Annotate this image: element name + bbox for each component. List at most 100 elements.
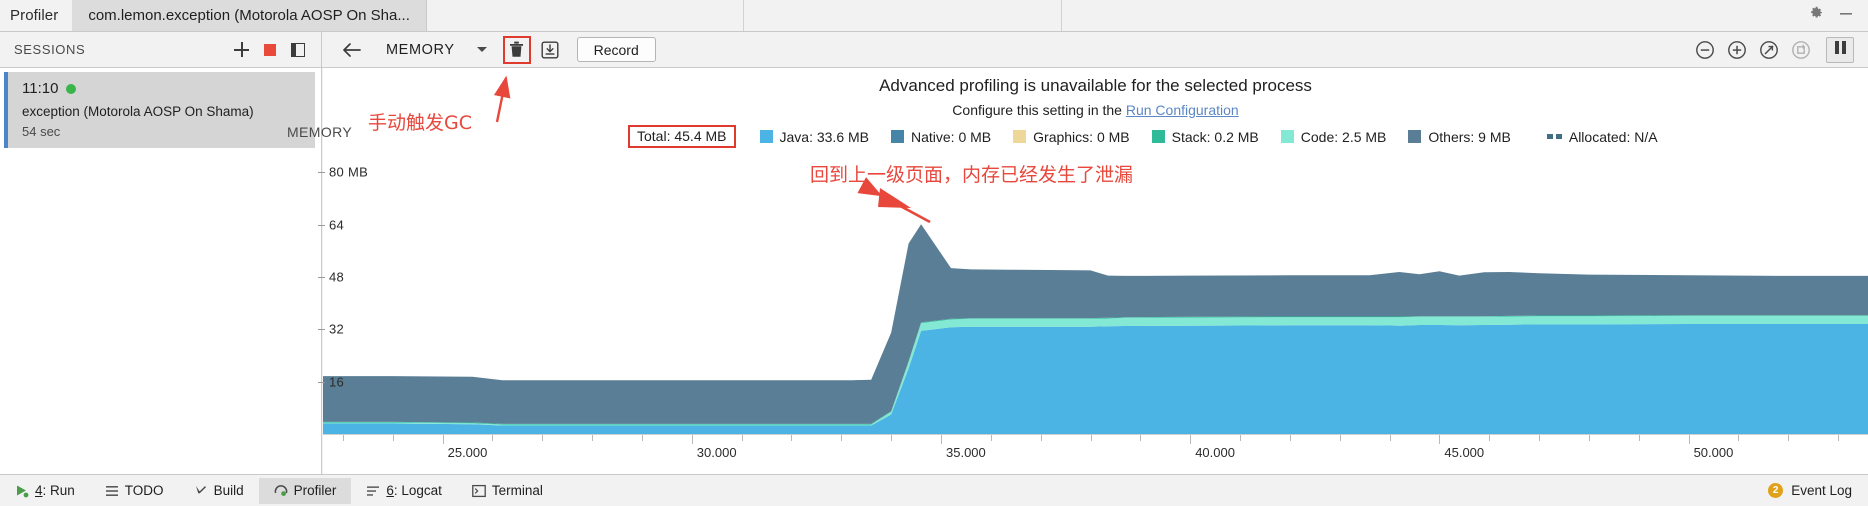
minimize-icon[interactable] xyxy=(1838,5,1854,26)
profiler-window: Profiler com.lemon.exception (Motorola A… xyxy=(0,0,1868,506)
x-tick-mark xyxy=(592,435,594,441)
status-item-logcat-label: 6: Logcat xyxy=(386,483,442,498)
memory-profiler-panel: Advanced profiling is unavailable for th… xyxy=(287,68,1868,474)
status-item-terminal[interactable]: Terminal xyxy=(457,478,558,504)
stop-icon[interactable] xyxy=(264,43,276,56)
status-item-profiler-label: Profiler xyxy=(293,483,337,498)
legend-swatch-allocated-dashed-icon xyxy=(1546,134,1562,139)
memory-chart[interactable]: 80 MB 64 48 32 16 xyxy=(318,146,1868,434)
legend-item-stack[interactable]: Stack: 0.2 MB xyxy=(1151,128,1259,145)
x-tick-mark xyxy=(1688,435,1690,444)
x-tick-mark xyxy=(990,435,992,441)
toggle-panel-icon[interactable] xyxy=(291,42,305,57)
legend-item-others[interactable]: Others: 9 MB xyxy=(1408,128,1511,145)
gc-annotation: 手动触发GC xyxy=(368,112,472,134)
y-tick-label: 32 xyxy=(329,321,345,337)
trash-gc-icon xyxy=(510,41,524,57)
force-gc-button[interactable] xyxy=(502,35,531,64)
pause-icon xyxy=(1833,40,1847,59)
x-tick-mark xyxy=(641,435,643,441)
x-tick-mark xyxy=(1788,435,1790,441)
y-tick-label: 48 xyxy=(329,269,345,285)
legend-item-graphics[interactable]: Graphics: 0 MB xyxy=(1013,128,1130,145)
legend-label-others: Others: 9 MB xyxy=(1428,128,1511,145)
x-tick-label: 35.000 xyxy=(946,445,986,460)
session-duration: 54 sec xyxy=(22,124,61,139)
x-tick-label: 30.000 xyxy=(696,445,737,460)
status-item-logcat[interactable]: 6: Logcat xyxy=(351,478,457,504)
window-title-bar: Profiler com.lemon.exception (Motorola A… xyxy=(0,0,1868,32)
y-tick-label: 64 xyxy=(329,217,345,233)
plus-icon[interactable] xyxy=(234,42,249,57)
todo-icon xyxy=(105,485,118,496)
legend-swatch-others xyxy=(1408,130,1422,143)
legend-item-allocated[interactable]: Allocated: N/A xyxy=(1546,128,1658,145)
x-tick-label: 40.000 xyxy=(1195,445,1235,460)
x-tick-mark xyxy=(1140,435,1142,441)
status-item-run[interactable]: 4: Run xyxy=(0,478,90,504)
x-tick-mark xyxy=(542,435,544,441)
legend-label-allocated: Allocated: N/A xyxy=(1568,128,1658,145)
reset-zoom-icon[interactable] xyxy=(1758,39,1780,61)
x-axis: 25.000 30.000 35.000 40.000 45.000 50.000 xyxy=(323,434,1868,474)
topbar-segment-2 xyxy=(742,0,1061,31)
x-tick-mark xyxy=(841,435,843,441)
status-item-build-label: Build xyxy=(213,483,244,498)
x-tick-label: 25.000 xyxy=(447,445,488,460)
record-button[interactable]: Record xyxy=(576,37,656,62)
x-tick-label: 45.000 xyxy=(1444,445,1485,460)
topbar-spacer xyxy=(427,0,1794,31)
configure-prefix: Configure this setting in the xyxy=(952,102,1126,118)
jump-to-live-icon[interactable] xyxy=(1790,39,1812,61)
run-icon xyxy=(17,485,29,497)
x-tick-mark xyxy=(1439,435,1441,444)
legend-label-stack: Stack: 0.2 MB xyxy=(1171,128,1259,145)
y-tick-mark xyxy=(318,381,325,383)
zoom-in-icon[interactable] xyxy=(1726,39,1748,61)
profiler-toolbar: SESSIONS MEMORY Record xyxy=(0,31,1868,68)
status-item-todo[interactable]: TODO xyxy=(90,478,179,504)
event-log-label[interactable]: Event Log xyxy=(1791,483,1852,498)
status-bar-right: 2 Event Log xyxy=(1768,483,1868,498)
legend-item-native[interactable]: Native: 0 MB xyxy=(891,129,991,145)
memory-legend: Total: 45.4 MB Java: 33.6 MB Native: 0 M… xyxy=(628,125,1860,148)
status-item-terminal-label: Terminal xyxy=(491,483,543,498)
y-tick-mark xyxy=(318,329,325,331)
x-tick-mark xyxy=(392,435,394,441)
run-configuration-link[interactable]: Run Configuration xyxy=(1126,102,1239,118)
x-tick-mark xyxy=(1838,435,1840,441)
status-item-build[interactable]: Build xyxy=(179,478,259,504)
back-arrow-icon[interactable] xyxy=(336,37,366,63)
legend-label-graphics: Graphics: 0 MB xyxy=(1033,128,1130,145)
legend-label-code: Code: 2.5 MB xyxy=(1300,128,1387,145)
x-tick-label: 50.000 xyxy=(1693,445,1734,460)
session-list-item[interactable]: 11:10 exception (Motorola AOSP On Shama)… xyxy=(4,72,315,148)
stage-selector[interactable]: MEMORY xyxy=(366,42,493,58)
x-tick-mark xyxy=(1738,435,1740,441)
memory-axis-title: MEMORY xyxy=(287,124,353,140)
legend-total: Total: 45.4 MB xyxy=(628,125,736,148)
legend-swatch-native xyxy=(891,130,904,143)
zoom-out-icon[interactable] xyxy=(1694,39,1716,61)
topbar-segment-1 xyxy=(427,0,743,31)
stage-toolbar: MEMORY Record xyxy=(322,35,1868,64)
process-tab[interactable]: com.lemon.exception (Motorola AOSP On Sh… xyxy=(72,0,427,31)
export-heap-dump-icon[interactable] xyxy=(537,37,563,63)
profiler-icon xyxy=(274,484,287,496)
legend-label-java: Java: 33.6 MB xyxy=(779,128,870,145)
gear-icon[interactable] xyxy=(1808,5,1824,26)
session-time-row: 11:10 xyxy=(22,80,305,97)
profiler-tool-label: Profiler xyxy=(10,7,59,24)
memory-area-plot[interactable] xyxy=(323,146,1868,434)
legend-item-java[interactable]: Java: 33.6 MB xyxy=(759,128,870,145)
x-tick-mark xyxy=(442,435,444,444)
legend-item-code[interactable]: Code: 2.5 MB xyxy=(1280,128,1387,145)
x-tick-mark xyxy=(741,435,743,441)
x-tick-mark xyxy=(1389,435,1391,441)
y-tick-mark xyxy=(318,224,325,226)
chevron-down-icon xyxy=(476,47,487,52)
legend-swatch-java xyxy=(759,130,773,143)
x-tick-mark xyxy=(941,435,942,444)
status-item-profiler[interactable]: Profiler xyxy=(258,477,352,504)
pause-button[interactable] xyxy=(1826,36,1854,63)
